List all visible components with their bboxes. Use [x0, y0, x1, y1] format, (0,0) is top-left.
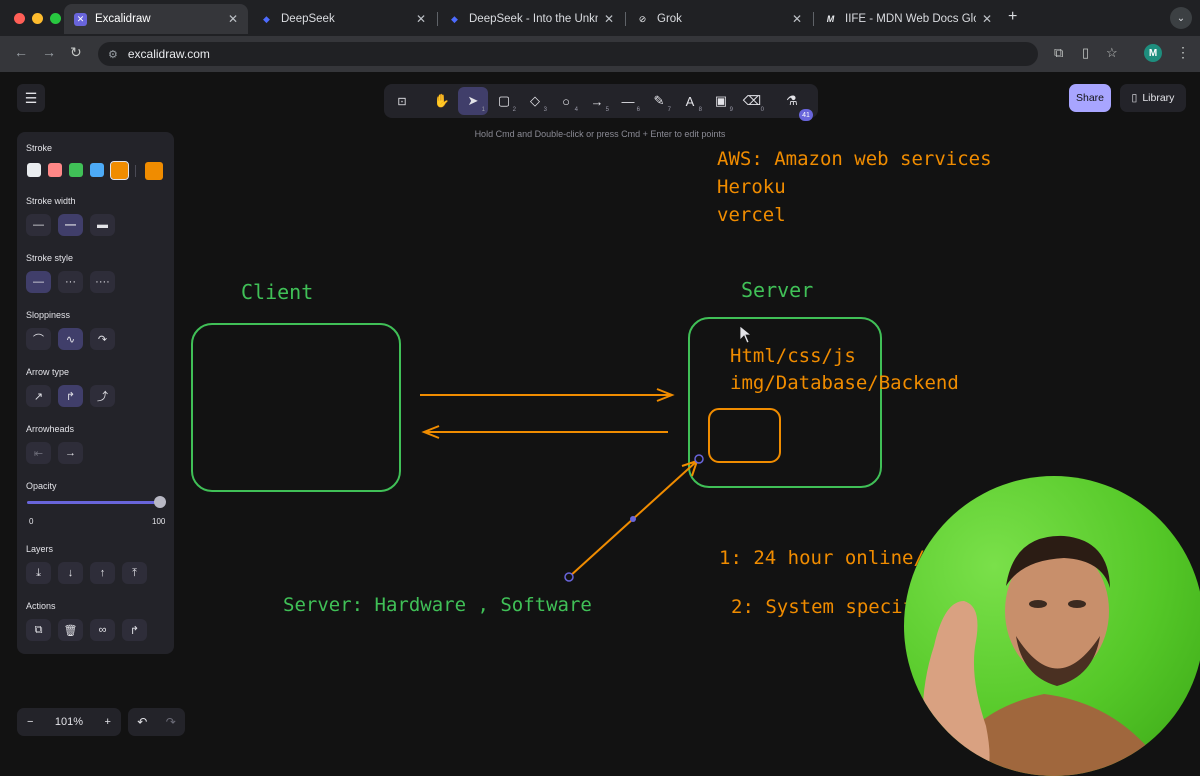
client-box[interactable]: [191, 323, 401, 492]
url-text: excalidraw.com: [127, 47, 210, 61]
site-info-icon[interactable]: ⚙: [108, 48, 118, 61]
tab-deepseek[interactable]: ◆ DeepSeek ✕: [250, 4, 436, 34]
arrow-end-handle[interactable]: [694, 454, 704, 464]
hosting-aws[interactable]: AWS: Amazon web services: [717, 148, 992, 170]
point-2[interactable]: 2: System specif: [731, 596, 914, 618]
install-app-icon[interactable]: ⧉: [1054, 45, 1063, 61]
browser-menu-icon[interactable]: ⋮: [1176, 44, 1190, 61]
zoom-level[interactable]: 101%: [55, 716, 83, 728]
arrow-start-handle[interactable]: [564, 572, 574, 582]
tab-deepseek-into-the-unknown[interactable]: ◆ DeepSeek - Into the Unknown ✕: [438, 4, 624, 34]
hosting-vercel[interactable]: vercel: [717, 204, 786, 226]
forward-icon[interactable]: →: [42, 44, 56, 60]
close-tab-icon[interactable]: ✕: [416, 12, 426, 26]
inner-box[interactable]: [708, 408, 781, 463]
page-icon[interactable]: ▯: [1082, 45, 1089, 61]
server-definition[interactable]: Server: Hardware , Software: [283, 594, 592, 616]
tab-grok[interactable]: ⊘ Grok ✕: [626, 4, 812, 34]
grok-icon: ⊘: [638, 13, 647, 24]
tab-mdn-iife[interactable]: M IIFE - MDN Web Docs Glossa ✕: [814, 4, 1002, 34]
hosting-heroku[interactable]: Heroku: [717, 176, 786, 198]
undo-redo-controls: ↶ ↷: [128, 708, 185, 736]
tab-excalidraw[interactable]: ✕ Excalidraw ✕: [64, 4, 248, 34]
webcam-overlay: [904, 476, 1200, 776]
zoom-out-icon[interactable]: −: [27, 716, 33, 728]
zoom-controls: − 101% +: [17, 708, 121, 736]
close-tab-icon[interactable]: ✕: [604, 12, 614, 26]
browser-toolbar: ← → ↻ ⚙ excalidraw.com ⧉ ▯ ☆ M ⋮: [0, 36, 1200, 72]
redo-icon[interactable]: ↷: [166, 715, 176, 729]
close-tab-icon[interactable]: ✕: [982, 12, 992, 26]
deepseek-icon: ◆: [451, 13, 458, 24]
profile-avatar[interactable]: M: [1144, 44, 1162, 62]
undo-icon[interactable]: ↶: [137, 715, 147, 729]
close-tab-icon[interactable]: ✕: [792, 12, 802, 26]
address-bar[interactable]: ⚙ excalidraw.com: [98, 42, 1038, 66]
new-tab-icon[interactable]: +: [1008, 8, 1017, 26]
arrow-mid-handle[interactable]: [630, 516, 636, 522]
close-tab-icon[interactable]: ✕: [228, 12, 238, 26]
point-1[interactable]: 1: 24 hour online/ c: [719, 547, 948, 569]
mdn-icon: M: [826, 14, 835, 24]
deepseek-icon: ◆: [263, 13, 270, 24]
excalidraw-icon: ✕: [74, 12, 87, 26]
client-label[interactable]: Client: [241, 280, 313, 304]
close-window-button[interactable]: [14, 13, 25, 24]
minimize-window-button[interactable]: [32, 13, 43, 24]
browser-tab-strip: ✕ Excalidraw ✕ ◆ DeepSeek ✕ ◆ DeepSeek -…: [0, 0, 1200, 36]
server-label[interactable]: Server: [741, 278, 813, 302]
excalidraw-canvas[interactable]: ☰ ⊡ ✋ ➤ 1 ▢ 2 ◇ 3 ○ 4 → 5 —6 ✎ 7 A8 ▣ 9 ⌫ 0 ⚗ 41 …: [0, 72, 1200, 776]
bookmark-star-icon[interactable]: ☆: [1106, 45, 1118, 61]
back-icon[interactable]: ←: [14, 44, 28, 60]
zoom-in-icon[interactable]: +: [105, 716, 111, 728]
presenter-video: [922, 535, 1169, 776]
server-items-line-1[interactable]: Html/css/js: [730, 345, 856, 367]
reload-icon[interactable]: ↻: [70, 44, 82, 61]
server-items-line-2[interactable]: img/Database/Backend: [730, 372, 959, 394]
maximize-window-button[interactable]: [50, 13, 61, 24]
mouse-cursor-icon: [739, 325, 753, 344]
tab-search-icon[interactable]: ⌄: [1170, 7, 1192, 29]
